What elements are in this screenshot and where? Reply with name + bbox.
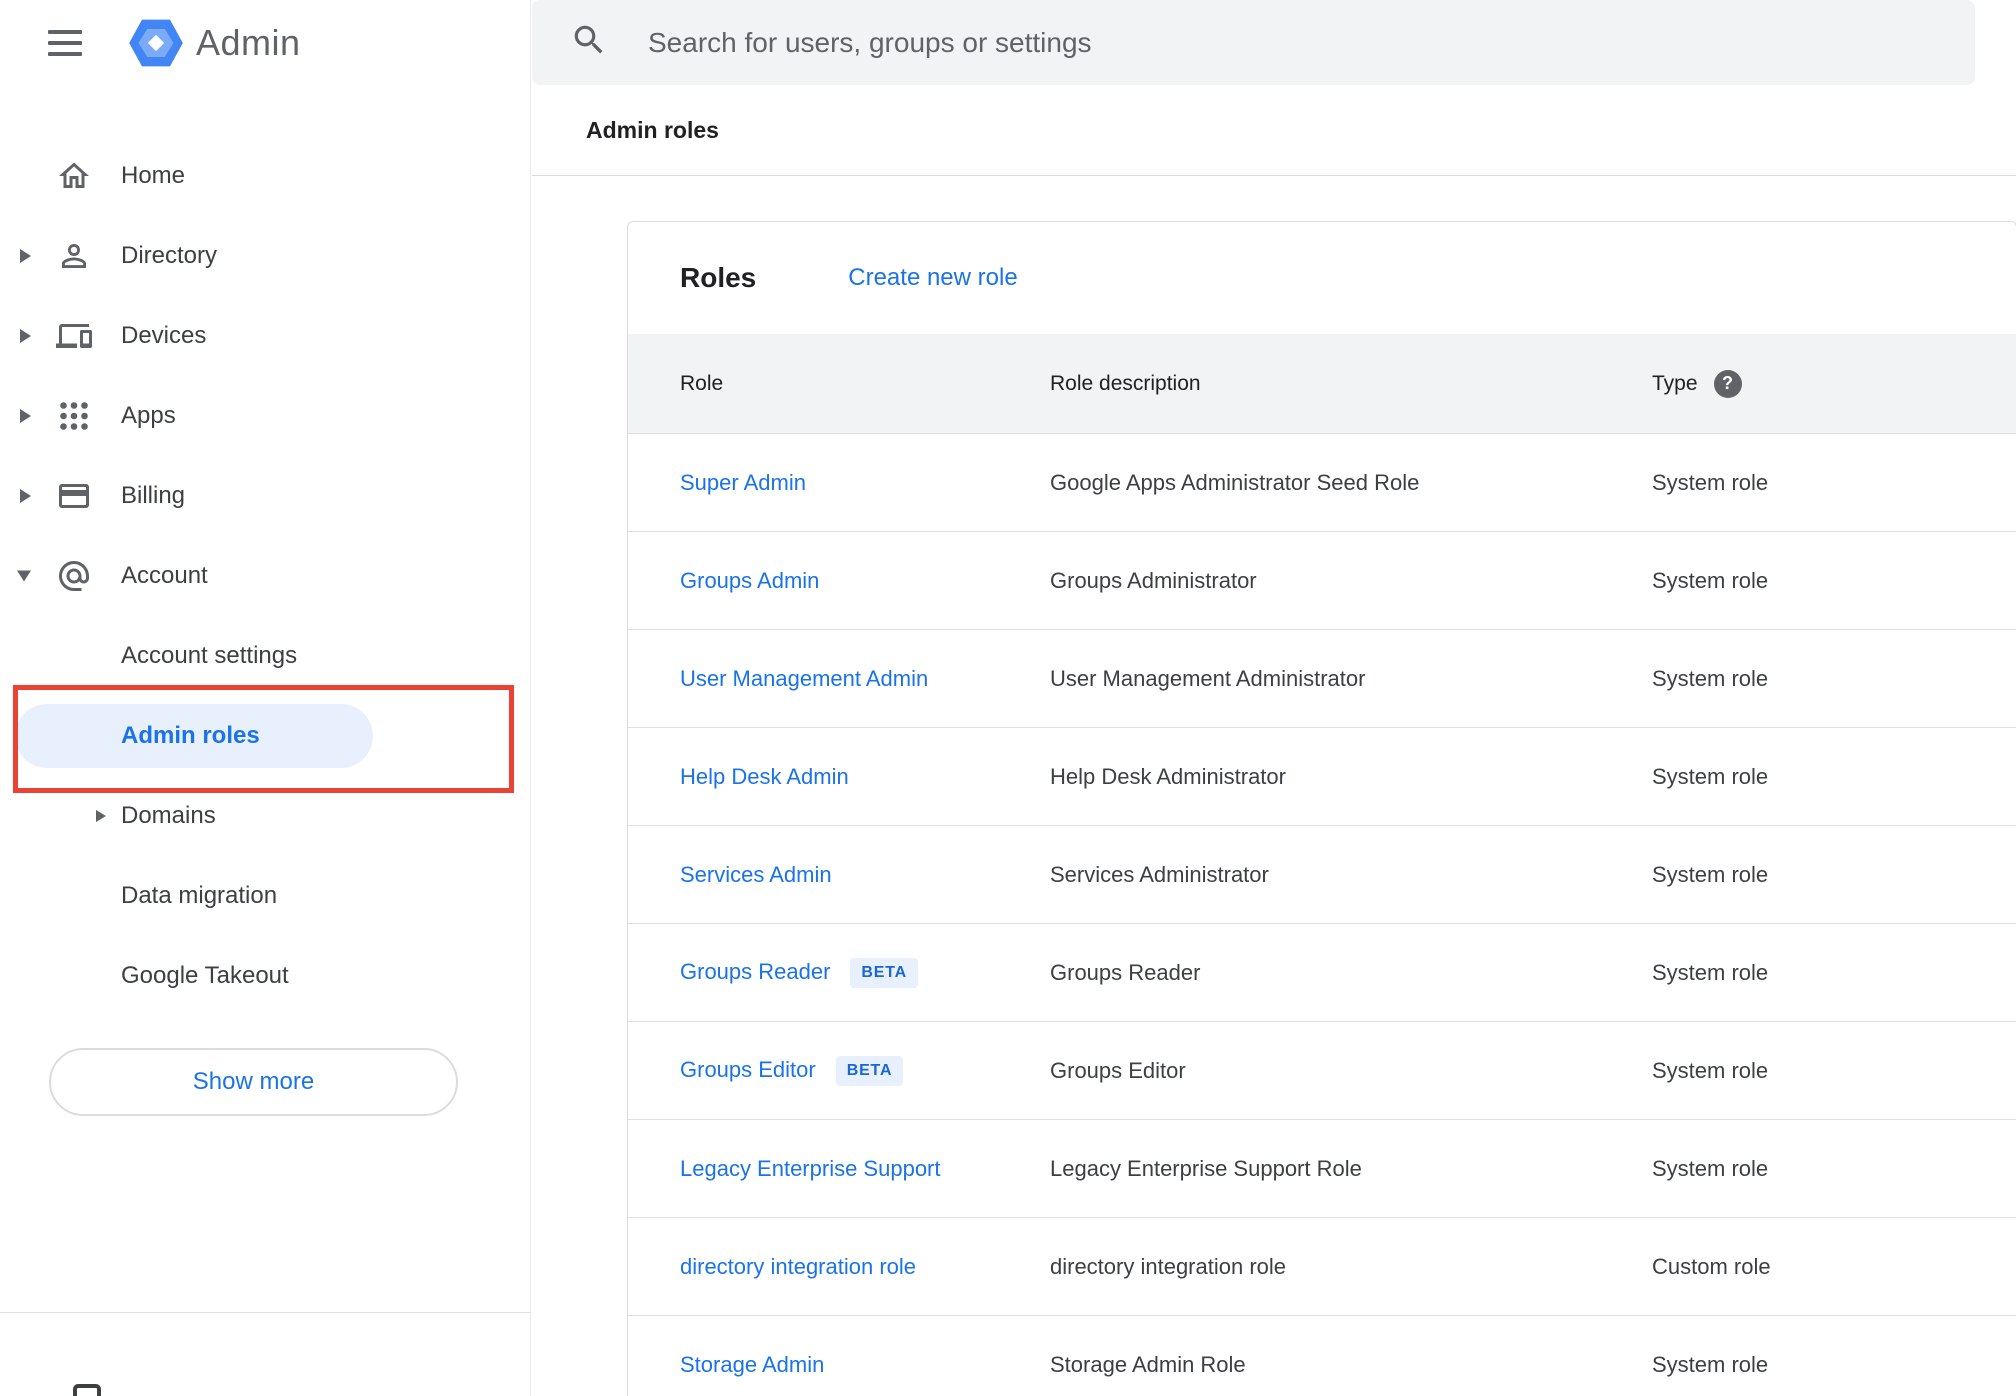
role-link[interactable]: Groups Editor xyxy=(680,1057,816,1082)
role-description: Groups Reader xyxy=(1050,959,1201,985)
show-more-button[interactable]: Show more xyxy=(49,1048,458,1116)
role-type: System role xyxy=(1652,1057,1769,1083)
table-header: Role Role description Type ? xyxy=(628,334,2016,433)
sidebar-item-label: Billing xyxy=(121,482,186,509)
google-admin-console: Admin Home Directory Devices Apps Billin… xyxy=(0,0,2016,1396)
sidebar-subitem-data-migration[interactable]: Data migration xyxy=(0,856,530,936)
sidebar-item-label: Domains xyxy=(121,802,216,829)
sidebar-item-label: Devices xyxy=(121,322,207,349)
column-header-type: Type ? xyxy=(1652,369,2016,398)
role-link[interactable]: Legacy Enterprise Support xyxy=(680,1156,941,1181)
sidebar-item-label: Google Takeout xyxy=(121,962,289,989)
search-bar xyxy=(532,0,1975,85)
role-link[interactable]: Help Desk Admin xyxy=(680,764,849,789)
sidebar-item-label: Home xyxy=(121,162,186,189)
role-description: Google Apps Administrator Seed Role xyxy=(1050,469,1420,495)
breadcrumb-bar: Admin roles xyxy=(532,85,2016,176)
role-description: Legacy Enterprise Support Role xyxy=(1050,1155,1362,1181)
role-link[interactable]: User Management Admin xyxy=(680,666,928,691)
roles-card-header: Roles Create new role xyxy=(628,222,2016,334)
sidebar-item-billing[interactable]: Billing xyxy=(0,456,530,536)
sidebar-item-label: Admin roles xyxy=(121,722,260,749)
sidebar-item-account[interactable]: Account xyxy=(0,536,530,616)
table-row: Super Admin Google Apps Administrator Se… xyxy=(628,433,2016,531)
beta-badge: BETA xyxy=(835,1055,904,1086)
sidebar-item-directory[interactable]: Directory xyxy=(0,216,530,296)
sidebar-nav: Home Directory Devices Apps Billing Acco… xyxy=(0,136,530,1016)
sidebar: Admin Home Directory Devices Apps Billin… xyxy=(0,0,531,1396)
partial-bottom-icon[interactable] xyxy=(73,1384,101,1396)
role-link[interactable]: Super Admin xyxy=(680,470,806,495)
app-title: Admin xyxy=(196,21,301,63)
role-link[interactable]: Groups Admin xyxy=(680,568,819,593)
column-header-role: Role xyxy=(680,371,724,395)
role-type: System role xyxy=(1652,567,1769,593)
role-description: Help Desk Administrator xyxy=(1050,763,1286,789)
table-row: Help Desk Admin Help Desk Administrator … xyxy=(628,727,2016,825)
role-type: System role xyxy=(1652,469,1769,495)
sidebar-item-label: Apps xyxy=(121,402,176,429)
role-type: System role xyxy=(1652,1155,1769,1181)
role-type: System role xyxy=(1652,1351,1769,1377)
sidebar-bottom-divider xyxy=(0,1312,531,1313)
column-header-description: Role description xyxy=(1050,371,1201,395)
role-type: System role xyxy=(1652,665,1769,691)
sidebar-subitem-domains[interactable]: Domains xyxy=(0,776,530,856)
beta-badge: BETA xyxy=(850,957,918,988)
role-description: Storage Admin Role xyxy=(1050,1351,1246,1377)
role-type: System role xyxy=(1652,959,1769,985)
search-input[interactable] xyxy=(648,26,1848,59)
table-row: Groups Reader BETA Groups Reader System r… xyxy=(628,923,2016,1021)
table-row: Services Admin Services Administrator Sy… xyxy=(628,825,2016,923)
sidebar-subitem-account-settings[interactable]: Account settings xyxy=(0,616,530,696)
sidebar-item-apps[interactable]: Apps xyxy=(0,376,530,456)
role-description: directory integration role xyxy=(1050,1253,1287,1279)
sidebar-header: Admin xyxy=(0,0,530,85)
sidebar-item-label: Data migration xyxy=(121,882,278,909)
role-description: Groups Editor xyxy=(1050,1057,1186,1083)
sidebar-subitem-admin-roles[interactable]: Admin roles xyxy=(0,696,530,776)
role-link[interactable]: directory integration role xyxy=(680,1254,916,1279)
help-icon[interactable]: ? xyxy=(1713,369,1742,398)
role-type: Custom role xyxy=(1652,1253,1771,1279)
table-row: User Management Admin User Management Ad… xyxy=(628,629,2016,727)
table-row: Legacy Enterprise Support Legacy Enterpr… xyxy=(628,1119,2016,1217)
sidebar-item-label: Directory xyxy=(121,242,218,269)
role-link[interactable]: Groups Reader xyxy=(680,959,830,984)
table-row: Groups Editor BETA Groups Editor System r… xyxy=(628,1021,2016,1119)
search-icon xyxy=(570,21,608,64)
table-row: Storage Admin Storage Admin Role System … xyxy=(628,1315,2016,1396)
role-link[interactable]: Storage Admin xyxy=(680,1352,824,1377)
sidebar-subitem-google-takeout[interactable]: Google Takeout xyxy=(0,936,530,1016)
table-row: Groups Admin Groups Administrator System… xyxy=(628,531,2016,629)
sidebar-item-label: Account settings xyxy=(121,642,298,669)
role-description: User Management Administrator xyxy=(1050,665,1366,691)
role-type: System role xyxy=(1652,763,1769,789)
create-new-role-link[interactable]: Create new role xyxy=(848,264,1017,292)
role-link[interactable]: Services Admin xyxy=(680,862,832,887)
sidebar-item-label: Account xyxy=(121,562,208,589)
admin-hexagon-logo-icon xyxy=(128,18,184,68)
sidebar-item-devices[interactable]: Devices xyxy=(0,296,530,376)
role-type: System role xyxy=(1652,861,1769,887)
table-row: directory integration role directory int… xyxy=(628,1217,2016,1315)
main-content: Admin roles Roles Create new role Role R… xyxy=(532,0,2016,1396)
page-title: Roles xyxy=(680,262,757,293)
role-description: Services Administrator xyxy=(1050,861,1269,887)
sidebar-item-home[interactable]: Home xyxy=(0,136,530,216)
role-description: Groups Administrator xyxy=(1050,567,1257,593)
hamburger-menu-icon[interactable] xyxy=(48,29,82,56)
breadcrumb[interactable]: Admin roles xyxy=(586,117,719,144)
roles-card: Roles Create new role Role Role descript… xyxy=(627,221,2016,1396)
